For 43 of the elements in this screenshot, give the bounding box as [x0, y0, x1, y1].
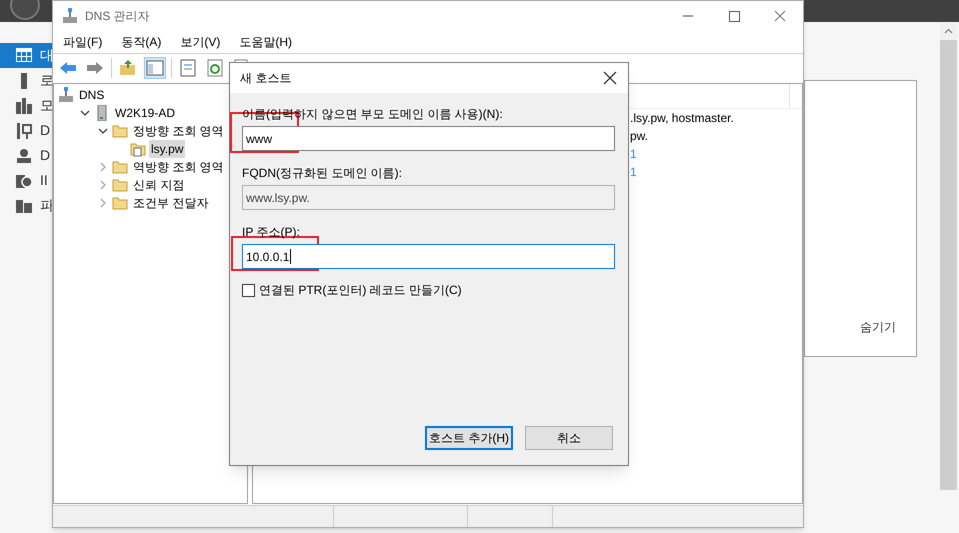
dialog-title: 새 호스트: [240, 70, 292, 87]
add-host-button[interactable]: 호스트 추가(H): [425, 426, 513, 450]
sidebar-item-icon: [16, 98, 32, 114]
sidebar-item-icon: [16, 148, 32, 164]
menu-item[interactable]: 파일(F): [63, 33, 102, 51]
record-text: .lsy.pw, hostmaster.: [630, 110, 734, 127]
sidebar-item[interactable]: 모: [0, 93, 52, 118]
menu-item[interactable]: 보기(V): [180, 33, 220, 51]
sidebar-item-icon: [16, 172, 32, 188]
ptr-checkbox[interactable]: [242, 284, 255, 296]
sidebar-item-icon: [16, 198, 32, 214]
record-text: pw.: [630, 128, 648, 145]
ip-address-field[interactable]: 10.0.0.1: [242, 244, 615, 269]
name-field[interactable]: www: [242, 126, 615, 151]
field-label: IP 주소(P):: [242, 225, 300, 239]
sidebar-item-icon: [16, 48, 32, 64]
hide-link[interactable]: 숨기기: [860, 318, 896, 336]
sidebar-item[interactable]: 파: [0, 193, 52, 218]
sidebar-item[interactable]: 로: [0, 68, 52, 93]
folder-icon: [112, 195, 128, 211]
cancel-button[interactable]: 취소: [525, 426, 613, 450]
app-icon: [62, 8, 78, 24]
folder-icon: [112, 159, 128, 175]
menu-item[interactable]: 도움말(H): [239, 33, 292, 51]
sidebar-item[interactable]: II: [0, 168, 52, 193]
zone-icon: [130, 141, 146, 157]
sidebar-item[interactable]: 대: [0, 43, 52, 68]
sidebar-item[interactable]: D: [0, 118, 52, 143]
tree-item[interactable]: lsy.pw: [149, 140, 186, 158]
sidebar-item[interactable]: D: [0, 143, 52, 168]
field-label: FQDN(정규화된 도메인 이름):: [242, 166, 402, 180]
sidebar-item-icon: [16, 122, 32, 138]
record-text: 1: [630, 146, 637, 163]
checkbox-label[interactable]: 연결된 PTR(포인터) 레코드 만들기(C): [259, 281, 462, 299]
menu-item[interactable]: 동작(A): [121, 33, 162, 51]
record-text: 1: [630, 164, 637, 181]
toolbar-button[interactable]: [144, 56, 166, 78]
close-icon[interactable]: [603, 71, 617, 85]
folder-icon: [112, 177, 128, 193]
window-title: DNS 관리자: [85, 8, 150, 25]
fqdn-field: www.lsy.pw.: [242, 185, 615, 210]
scroll-bar[interactable]: [940, 23, 957, 490]
network-icon: [58, 87, 74, 103]
